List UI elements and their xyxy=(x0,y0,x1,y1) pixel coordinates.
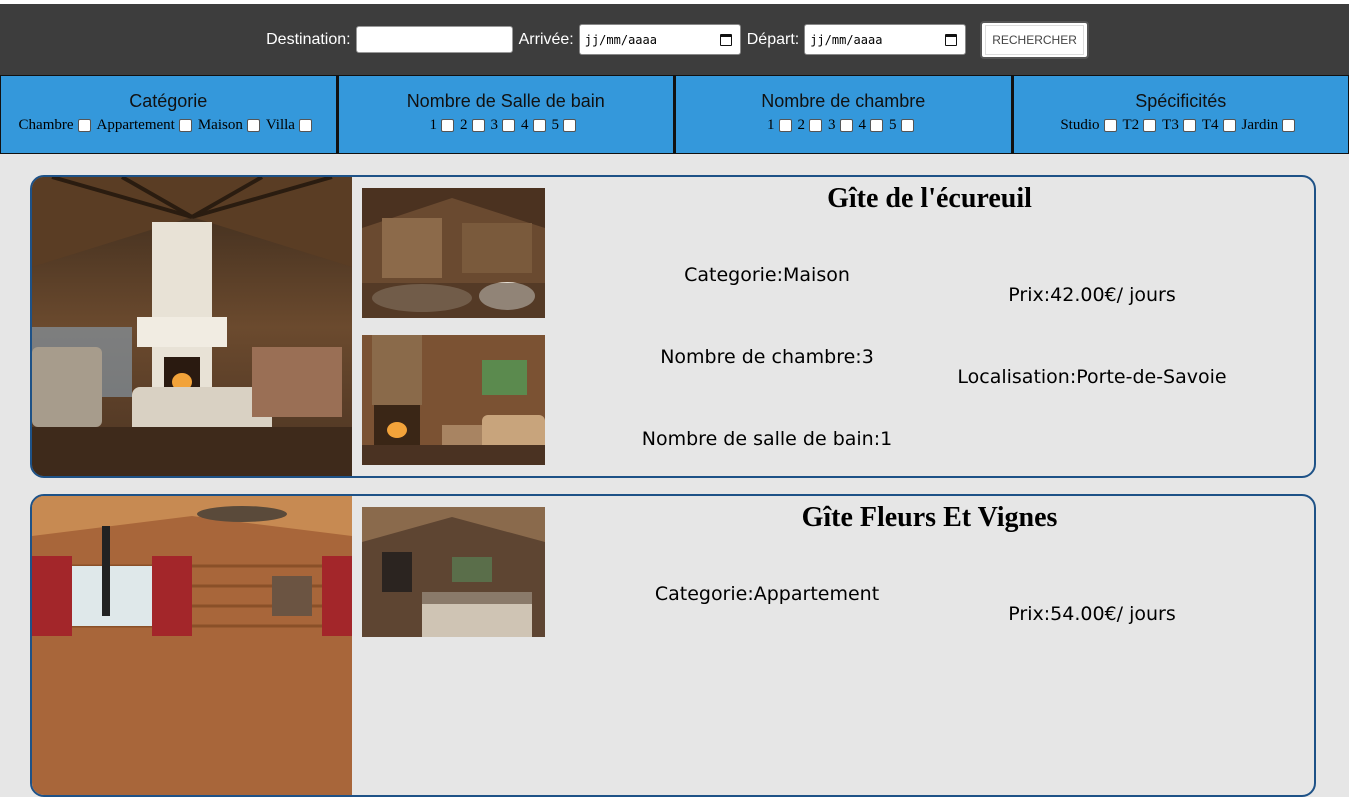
checkbox[interactable] xyxy=(1143,119,1156,132)
filter-option-label: 2 xyxy=(460,117,468,134)
checkbox[interactable] xyxy=(502,119,515,132)
checkbox[interactable] xyxy=(1282,119,1295,132)
filter-title: Catégorie xyxy=(1,91,336,112)
filter-option-label: 1 xyxy=(767,117,775,134)
search-button[interactable]: RECHERCHER xyxy=(980,21,1089,59)
filter-bar: Catégorie Chambre Appartement Maison Vil… xyxy=(0,75,1349,154)
listing-main-photo[interactable] xyxy=(32,496,352,797)
listing-card[interactable]: Gîte de l'écureuil Categorie:Maison Nomb… xyxy=(30,175,1316,478)
filter-option-label: Jardin xyxy=(1242,117,1279,134)
listing-categorie: Categorie:Appartement xyxy=(592,583,942,605)
calendar-icon[interactable] xyxy=(720,34,732,46)
checkbox[interactable] xyxy=(901,119,914,132)
arrival-label: Arrivée: xyxy=(519,31,574,49)
checkbox[interactable] xyxy=(870,119,883,132)
filter-option-label: 5 xyxy=(889,117,897,134)
checkbox[interactable] xyxy=(179,119,192,132)
filter-option-label: Chambre xyxy=(19,117,74,134)
destination-input[interactable] xyxy=(356,26,513,53)
filter-title: Spécificités xyxy=(1014,91,1349,112)
checkbox[interactable] xyxy=(472,119,485,132)
filter-categorie: Catégorie Chambre Appartement Maison Vil… xyxy=(0,76,337,153)
listing-prix: Prix:54.00€/ jours xyxy=(907,603,1277,625)
listing-localisation: Localisation:Porte-de-Savoie xyxy=(907,366,1277,388)
checkbox[interactable] xyxy=(441,119,454,132)
filter-option-label: Studio xyxy=(1060,117,1099,134)
checkbox[interactable] xyxy=(1223,119,1236,132)
filter-specificites: Spécificités Studio T2 T3 T4 Jardin xyxy=(1012,76,1349,153)
search-button-label: RECHERCHER xyxy=(985,25,1084,55)
filter-option-label: 3 xyxy=(491,117,499,134)
listing-main-photo[interactable] xyxy=(32,177,352,478)
search-bar: Destination: Arrivée: jj/mm/aaaa Départ:… xyxy=(0,4,1349,75)
listing-thumbnail-photo[interactable] xyxy=(362,507,545,637)
checkbox[interactable] xyxy=(1183,119,1196,132)
checkbox[interactable] xyxy=(533,119,546,132)
listing-thumbnail-photo[interactable] xyxy=(362,188,545,318)
calendar-icon[interactable] xyxy=(945,34,957,46)
departure-label: Départ: xyxy=(747,31,799,49)
filter-option-label: 1 xyxy=(430,117,438,134)
checkbox[interactable] xyxy=(809,119,822,132)
checkbox[interactable] xyxy=(779,119,792,132)
filter-option-label: Villa xyxy=(266,117,295,134)
filter-salle-de-bain: Nombre de Salle de bain 1 2 3 4 5 xyxy=(337,76,675,153)
checkbox[interactable] xyxy=(563,119,576,132)
destination-label: Destination: xyxy=(266,31,351,49)
filter-chambre: Nombre de chambre 1 2 3 4 5 xyxy=(674,76,1012,153)
filter-option-label: T4 xyxy=(1202,117,1219,134)
filter-option-label: T2 xyxy=(1123,117,1140,134)
filter-title: Nombre de chambre xyxy=(676,91,1011,112)
checkbox[interactable] xyxy=(840,119,853,132)
filter-option-label: 3 xyxy=(828,117,836,134)
arrival-date-placeholder: jj/mm/aaaa xyxy=(585,33,657,47)
listing-card[interactable]: Gîte Fleurs Et Vignes Categorie:Appartem… xyxy=(30,494,1316,797)
filter-option-label: Appartement xyxy=(97,117,175,134)
listing-thumbnail-photo[interactable] xyxy=(362,335,545,465)
filter-option-label: T3 xyxy=(1162,117,1179,134)
filter-option-label: 5 xyxy=(552,117,560,134)
listing-salles-de-bain: Nombre de salle de bain:1 xyxy=(592,428,942,450)
filter-option-label: 4 xyxy=(859,117,867,134)
checkbox[interactable] xyxy=(78,119,91,132)
listing-title: Gîte de l'écureuil xyxy=(545,183,1314,215)
listing-categorie: Categorie:Maison xyxy=(592,264,942,286)
filter-option-label: 4 xyxy=(521,117,529,134)
listing-chambres: Nombre de chambre:3 xyxy=(592,346,942,368)
departure-date-placeholder: jj/mm/aaaa xyxy=(810,33,882,47)
departure-date-input[interactable]: jj/mm/aaaa xyxy=(804,24,966,55)
filter-option-label: Maison xyxy=(198,117,243,134)
checkbox[interactable] xyxy=(247,119,260,132)
arrival-date-input[interactable]: jj/mm/aaaa xyxy=(579,24,741,55)
listing-prix: Prix:42.00€/ jours xyxy=(907,284,1277,306)
checkbox[interactable] xyxy=(1104,119,1117,132)
filter-option-label: 2 xyxy=(798,117,806,134)
checkbox[interactable] xyxy=(299,119,312,132)
filter-title: Nombre de Salle de bain xyxy=(339,91,674,112)
listing-title: Gîte Fleurs Et Vignes xyxy=(545,502,1314,534)
